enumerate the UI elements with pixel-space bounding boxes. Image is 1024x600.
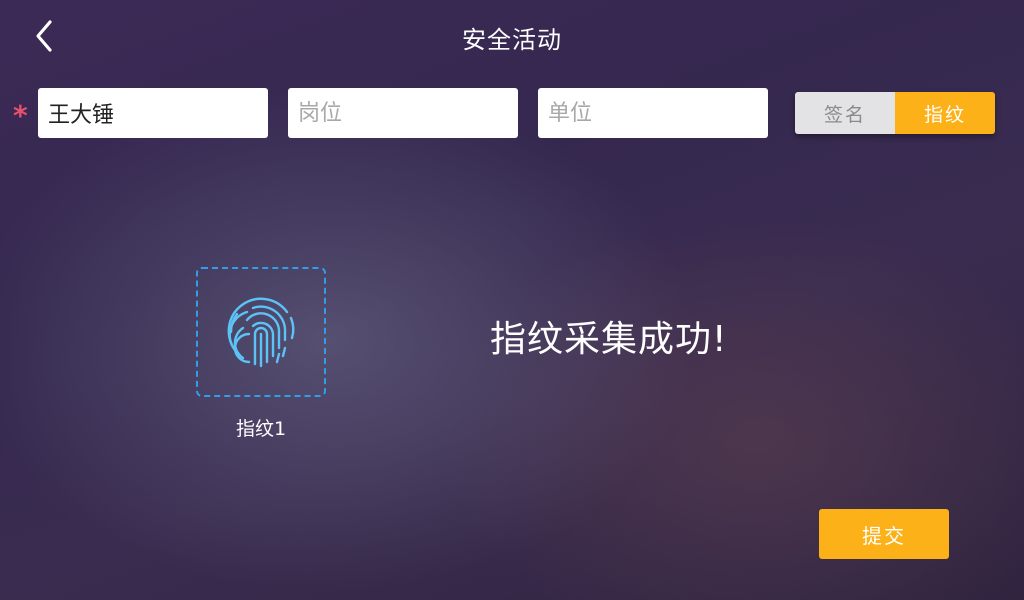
header-bar: 安全活动 (0, 0, 1024, 72)
unit-field[interactable] (538, 88, 768, 138)
required-asterisk: * (13, 99, 28, 132)
name-field[interactable] (38, 88, 268, 138)
page-title: 安全活动 (462, 26, 562, 54)
fingerprint-capture-area[interactable] (196, 267, 326, 397)
toggle-fingerprint[interactable]: 指纹 (895, 92, 995, 134)
fingerprint-label: 指纹1 (235, 418, 287, 440)
signature-mode-toggle: 签名 指纹 (795, 92, 995, 134)
position-field[interactable] (288, 88, 518, 138)
status-message: 指纹采集成功! (490, 319, 728, 360)
fingerprint-icon (227, 297, 295, 368)
toggle-signature[interactable]: 签名 (795, 92, 895, 134)
submit-button[interactable]: 提交 (819, 509, 949, 559)
